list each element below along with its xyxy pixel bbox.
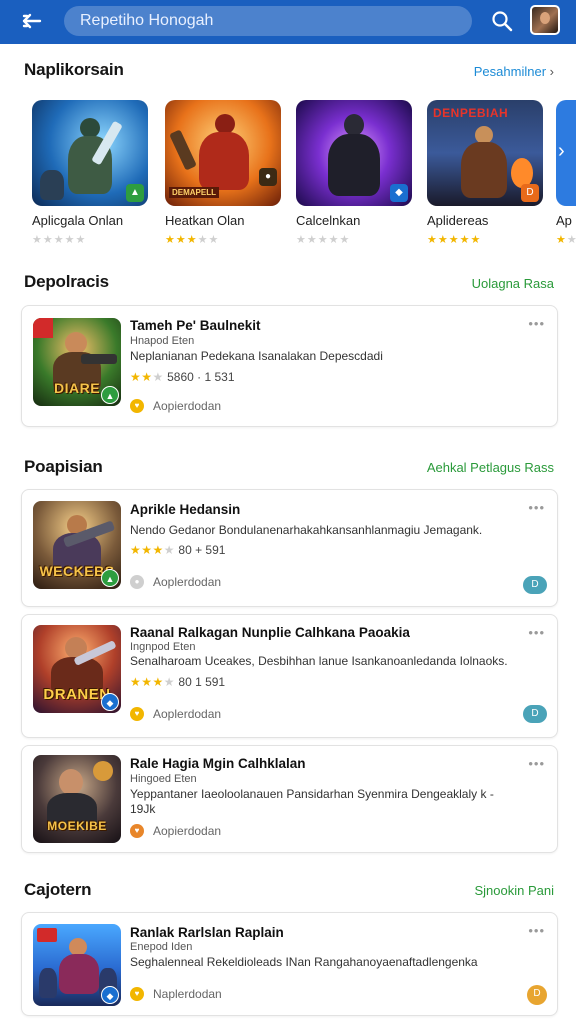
app-title: Ranlak Rarlslan Raplain bbox=[130, 925, 284, 940]
more-options-icon[interactable]: ••• bbox=[528, 500, 545, 515]
game-art: DENPEBIAH D bbox=[427, 100, 543, 206]
game-art: ● DEMAPELL bbox=[165, 100, 281, 206]
app-card[interactable]: MOEKIBE Rale Hagia Mgin Calhklalan Hingo… bbox=[21, 745, 558, 853]
store-badge-icon: ▲ bbox=[101, 569, 119, 587]
app-description: Neplanianan Pedekana Isanalakan Depescda… bbox=[130, 349, 383, 363]
app-title: Raanal Ralkagan Nunplie Calhkana Paoakia bbox=[130, 625, 410, 640]
app-developer: ♥ Aopierdodan bbox=[130, 399, 221, 413]
app-subtitle: Hnapod Eten bbox=[130, 335, 195, 347]
app-description-line-2: 19Jk bbox=[130, 802, 156, 816]
tile-name: Aplicgala Onlan bbox=[32, 213, 124, 228]
app-title: Aprikle Hedansin bbox=[130, 502, 241, 517]
more-options-icon[interactable]: ••• bbox=[528, 625, 545, 640]
store-badge-icon: ◆ bbox=[101, 986, 119, 1004]
corner-flag bbox=[37, 928, 57, 942]
game-art: WECKEBS ▲ bbox=[33, 501, 121, 589]
featured-carousel[interactable]: ▲ Aplicgala Onlan ★★★★★ ● DEMAPELL Heatk… bbox=[0, 100, 576, 260]
corner-flag bbox=[33, 318, 53, 338]
app-card[interactable]: WECKEBS ▲ Aprikle Hedansin Nendo Gedanor… bbox=[21, 489, 558, 607]
tile-name: Calcelnkan bbox=[296, 213, 361, 228]
chevron-right-icon: › bbox=[549, 64, 554, 79]
see-all-deploracis-link[interactable]: Uolagna Rasa bbox=[472, 276, 554, 291]
install-chip-icon[interactable]: D bbox=[523, 705, 547, 723]
store-badge-icon: ● bbox=[259, 168, 277, 186]
app-developer: ♥ Naplerdodan bbox=[130, 987, 222, 1001]
avatar[interactable] bbox=[530, 5, 560, 35]
see-all-popular-link[interactable]: Aehkal Petlagus Rass bbox=[427, 460, 554, 475]
app-card[interactable]: DIARE ▲ Tameh Pe' Baulnekit Hnapod Eten … bbox=[21, 305, 558, 427]
app-subtitle: Enepod Iden bbox=[130, 941, 193, 953]
app-rating: ★★★★ 80 1 591 bbox=[130, 675, 226, 689]
store-badge-icon: D bbox=[521, 184, 539, 202]
more-options-icon[interactable]: ••• bbox=[528, 923, 545, 938]
back-arrow-icon[interactable] bbox=[20, 10, 44, 34]
tile-rating: ★★★★★ bbox=[427, 234, 482, 246]
game-art: MOEKIBE bbox=[33, 755, 121, 843]
app-developer: ♥ Aoplerdodan bbox=[130, 707, 221, 721]
game-art: ◆ bbox=[296, 100, 412, 206]
game-art: ◆ bbox=[33, 924, 121, 1006]
section-title-cajotern: Cajotern bbox=[24, 880, 92, 899]
see-all-cajotern-link[interactable]: Sjnookin Pani bbox=[475, 883, 555, 898]
developer-icon: ♥ bbox=[130, 987, 144, 1001]
search-input[interactable]: Repetiho Honogah bbox=[64, 6, 472, 36]
more-options-icon[interactable]: ••• bbox=[528, 316, 545, 331]
tile-art-text: DENPEBIAH bbox=[433, 106, 509, 120]
store-badge-icon: ◆ bbox=[390, 184, 408, 202]
install-chip-icon[interactable]: D bbox=[523, 576, 547, 594]
store-badge-icon: ▲ bbox=[126, 184, 144, 202]
app-rating: ★★★ 5860 · 1 531 bbox=[130, 370, 235, 384]
section-title-featured: Naplikorsain bbox=[24, 60, 124, 79]
install-chip-icon[interactable]: D bbox=[527, 985, 547, 1005]
developer-icon: ♥ bbox=[130, 399, 144, 413]
store-badge-icon: ◆ bbox=[101, 693, 119, 711]
game-art: DIARE ▲ bbox=[33, 318, 121, 406]
next-arrow-icon[interactable]: › bbox=[556, 100, 576, 206]
store-badge-icon: ▲ bbox=[101, 386, 119, 404]
app-developer: ♥ Aopierdodan bbox=[130, 824, 221, 838]
developer-icon: ♥ bbox=[130, 707, 144, 721]
section-title-popular: Poapisian bbox=[24, 457, 103, 476]
app-description: Seghalenneal Rekeldioleads INan Rangahan… bbox=[130, 955, 478, 969]
app-title: Rale Hagia Mgin Calhklalan bbox=[130, 756, 306, 771]
art-caption: MOEKIBE bbox=[47, 819, 107, 833]
app-card[interactable]: DRANEN ◆ Raanal Ralkagan Nunplie Calhkan… bbox=[21, 614, 558, 738]
app-card[interactable]: ◆ Ranlak Rarlslan Raplain Enepod Iden Se… bbox=[21, 912, 558, 1016]
app-title: Tameh Pe' Baulnekit bbox=[130, 318, 261, 333]
app-description: Nendo Gedanor Bondulanenarhakahkansanhla… bbox=[130, 523, 483, 537]
developer-icon: ● bbox=[130, 575, 144, 589]
app-subtitle: Hingoed Eten bbox=[130, 773, 197, 785]
app-developer: ● Aoplerdodan bbox=[130, 575, 221, 589]
tile-art-text: DEMAPELL bbox=[169, 187, 219, 198]
app-description: Yeppantaner Iaeoloolanauen Pansidarhan S… bbox=[130, 787, 494, 801]
tile-rating: ★★★★★ bbox=[296, 234, 351, 246]
tile-rating: ★★ bbox=[556, 234, 576, 246]
tile-name: Ap bbox=[556, 213, 572, 228]
tile-name: Heatkan Olan bbox=[165, 213, 245, 228]
tile-rating: ★★★★★ bbox=[32, 234, 87, 246]
game-art: DRANEN ◆ bbox=[33, 625, 121, 713]
top-app-bar: Repetiho Honogah bbox=[0, 0, 576, 44]
app-subtitle: Ingnpod Eten bbox=[130, 641, 196, 653]
game-art: ▲ bbox=[32, 100, 148, 206]
see-all-featured-link[interactable]: Pesahmilner › bbox=[474, 64, 554, 79]
app-rating: ★★★★ 80 + 591 bbox=[130, 543, 226, 557]
search-icon[interactable] bbox=[490, 9, 514, 33]
app-description: Senalharoam Uceakes, Desbihhan lanue Isa… bbox=[130, 654, 508, 668]
developer-icon: ♥ bbox=[130, 824, 144, 838]
more-options-icon[interactable]: ••• bbox=[528, 756, 545, 771]
tile-name: Aplidereas bbox=[427, 213, 489, 228]
tile-rating: ★★★★★ bbox=[165, 234, 220, 246]
section-title-deploracis: Depolracis bbox=[24, 272, 109, 291]
